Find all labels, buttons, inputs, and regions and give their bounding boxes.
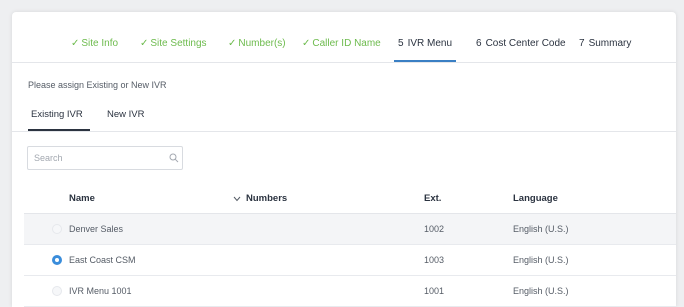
- step-label: Cost Center Code: [485, 38, 566, 49]
- check-icon: ✓: [71, 38, 80, 49]
- column-header-language: Language: [513, 193, 558, 204]
- selected-tab-indicator: [28, 129, 90, 131]
- step-number: 7: [579, 38, 585, 49]
- assign-ivr-prompt: Please assign Existing or New IVR: [28, 80, 167, 90]
- column-header-numbers: Numbers: [246, 193, 288, 204]
- ivr-wizard-card: ✓ Site Info ✓ Site Settings ✓ Number(s) ✓ Ca…: [12, 12, 676, 307]
- step-numbers[interactable]: ✓ Number(s): [228, 38, 286, 50]
- row-radio[interactable]: [52, 224, 62, 234]
- step-summary[interactable]: 7 Summary: [579, 38, 631, 50]
- cell-ext: 1003: [424, 255, 445, 265]
- active-step-indicator: [394, 60, 456, 62]
- check-icon: ✓: [228, 38, 237, 49]
- check-icon: ✓: [302, 38, 311, 49]
- tab-existing-ivr[interactable]: Existing IVR: [31, 109, 83, 120]
- table-row[interactable]: IVR Menu 1001 1001 English (U.S.): [24, 276, 676, 307]
- table-row[interactable]: Denver Sales 1002 English (U.S.): [24, 214, 676, 245]
- cell-name: Denver Sales: [69, 224, 124, 234]
- ivr-table: Name Numbers Ext. Language Denver Sales …: [24, 183, 676, 307]
- ivr-tabs: Existing IVR New IVR: [12, 96, 676, 132]
- step-site-settings[interactable]: ✓ Site Settings: [140, 38, 207, 50]
- row-radio[interactable]: [52, 255, 62, 265]
- cell-language: English (U.S.): [513, 224, 569, 234]
- row-radio[interactable]: [52, 286, 62, 296]
- chevron-down-icon[interactable]: [233, 196, 241, 202]
- step-label: Number(s): [238, 38, 286, 49]
- cell-name: IVR Menu 1001: [69, 286, 132, 296]
- step-number: 5: [398, 38, 404, 49]
- step-label: Site Info: [81, 38, 119, 49]
- wizard-stepper: ✓ Site Info ✓ Site Settings ✓ Number(s) ✓ Ca…: [12, 12, 676, 63]
- cell-ext: 1001: [424, 286, 445, 296]
- step-number: 6: [476, 38, 482, 49]
- table-row[interactable]: East Coast CSM 1003 English (U.S.): [24, 245, 676, 276]
- step-label: Summary: [588, 38, 632, 49]
- column-header-name[interactable]: Name: [69, 193, 95, 204]
- cell-ext: 1002: [424, 224, 445, 234]
- step-label: Caller ID Name: [312, 38, 381, 49]
- step-ivr-menu[interactable]: 5 IVR Menu: [398, 38, 452, 50]
- search-box: [27, 146, 183, 170]
- tab-new-ivr[interactable]: New IVR: [107, 109, 144, 120]
- search-icon[interactable]: [169, 153, 179, 163]
- step-site-info[interactable]: ✓ Site Info: [71, 38, 118, 50]
- cell-language: English (U.S.): [513, 286, 569, 296]
- search-input[interactable]: [34, 150, 154, 166]
- step-label: Site Settings: [150, 38, 207, 49]
- table-header: Name Numbers Ext. Language: [24, 183, 676, 214]
- step-caller-id-name[interactable]: ✓ Caller ID Name: [302, 38, 381, 50]
- column-header-ext: Ext.: [424, 193, 442, 204]
- check-icon: ✓: [140, 38, 149, 49]
- step-cost-center-code[interactable]: 6 Cost Center Code: [476, 38, 566, 50]
- cell-name: East Coast CSM: [69, 255, 136, 265]
- cell-language: English (U.S.): [513, 255, 569, 265]
- step-label: IVR Menu: [407, 38, 453, 49]
